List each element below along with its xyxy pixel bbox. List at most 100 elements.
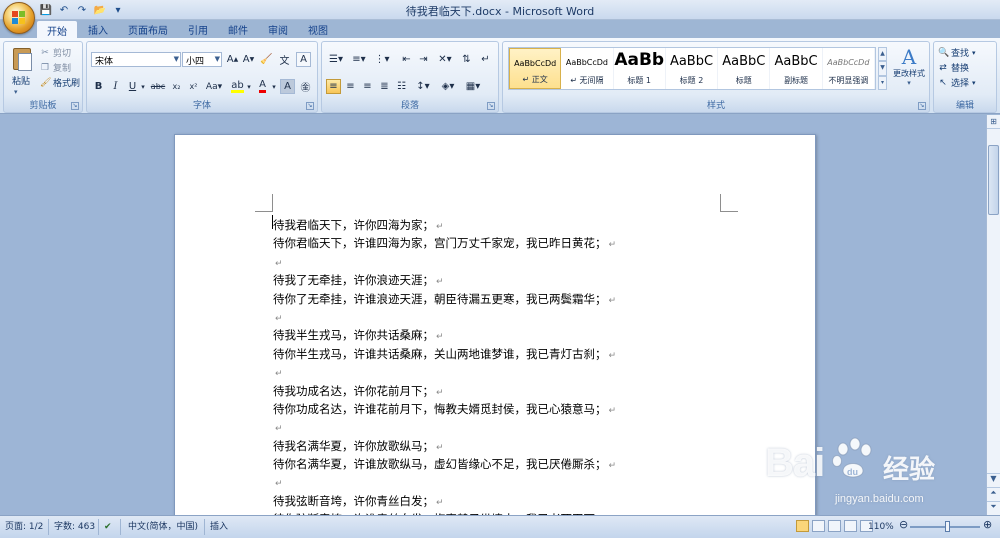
style-subtitle[interactable]: AaBbC 副标题 <box>770 48 823 89</box>
multilevel-list-icon[interactable]: ⋮▾ <box>372 52 392 67</box>
borders-icon[interactable]: ▦▾ <box>463 79 483 94</box>
underline-icon[interactable]: U <box>125 79 140 94</box>
grow-font-icon[interactable]: A ▲ <box>225 52 240 67</box>
document-line[interactable]: 待你半生戎马，许谁共话桑麻，关山两地谁梦谁，我已青灯古刹； ↵ <box>273 345 723 363</box>
document-line[interactable]: 待你功成名达，许谁花前月下，悔教夫婿觅封侯，我已心猿意马； ↵ <box>273 400 723 418</box>
tab-review[interactable]: 审阅 <box>258 20 298 38</box>
gallery-more-icon[interactable]: ▾ <box>878 75 887 90</box>
document-line[interactable]: 待我弦断音垮，许你青丝白发； ↵ <box>273 492 723 510</box>
numbering-icon[interactable]: ≡▾ <box>349 52 369 67</box>
previous-page-icon[interactable]: ⏶ <box>987 487 1000 499</box>
style-normal[interactable]: AaBbCcDd ↵ 正文 <box>509 48 562 89</box>
tab-mailings[interactable]: 邮件 <box>218 20 258 38</box>
document-line[interactable]: ↵ <box>273 363 723 381</box>
increase-indent-icon[interactable]: ⇥ <box>416 52 431 67</box>
document-line[interactable]: ↵ <box>273 473 723 491</box>
distributed-icon[interactable]: ☷ <box>394 79 409 94</box>
highlight-icon[interactable]: ab <box>230 79 245 94</box>
char-shading-icon[interactable]: A <box>280 79 295 94</box>
document-line[interactable]: ↵ <box>273 418 723 436</box>
document-line[interactable]: 待你君临天下，许谁四海为家，宫门万丈千家宠，我已昨日黄花； ↵ <box>273 234 723 252</box>
page-indicator[interactable]: 页面: 1/2 <box>5 520 43 534</box>
word-count[interactable]: 字数: 463 <box>54 520 95 534</box>
highlight-dropdown-icon[interactable]: ▾ <box>245 79 253 94</box>
view-ruler-icon[interactable]: ⊞ <box>987 115 1000 129</box>
font-color-dropdown-icon[interactable]: ▾ <box>270 79 278 94</box>
superscript-icon[interactable]: x² <box>186 79 201 94</box>
insert-mode-indicator[interactable]: 插入 <box>210 520 228 534</box>
copy-button[interactable]: ❐ 复制 <box>40 61 71 75</box>
find-button[interactable]: 🔍 查找 ▾ <box>938 46 976 60</box>
document-line[interactable]: 待你名满华夏，许谁放歌纵马，虚幻皆缘心不足，我已厌倦厮杀； ↵ <box>273 455 723 473</box>
document-line[interactable]: 待我君临天下，许你四海为家； ↵ <box>273 216 723 234</box>
document-line[interactable]: 待我名满华夏，许你放歌纵马； ↵ <box>273 437 723 455</box>
tab-insert[interactable]: 插入 <box>78 20 118 38</box>
align-justify-icon[interactable]: ≣ <box>377 79 392 94</box>
clear-format-icon[interactable]: 🧹 <box>259 52 274 67</box>
bold-icon[interactable]: B <box>91 79 106 94</box>
cut-button[interactable]: ✂ 剪切 <box>40 46 71 60</box>
strikethrough-icon[interactable]: abc <box>149 79 167 94</box>
sort-icon[interactable]: ⇅ <box>459 52 474 67</box>
style-heading-2[interactable]: AaBbC 标题 2 <box>666 48 719 89</box>
underline-dropdown-icon[interactable]: ▾ <box>139 79 147 94</box>
tab-home[interactable]: 开始 <box>36 20 78 38</box>
subscript-icon[interactable]: x₂ <box>169 79 184 94</box>
document-page[interactable]: 待我君临天下，许你四海为家； ↵ 待你君临天下，许谁四海为家，宫门万丈千家宠，我已昨… <box>174 134 816 515</box>
font-color-icon[interactable]: A <box>255 79 270 94</box>
bullets-icon[interactable]: ☰▾ <box>326 52 346 67</box>
document-line[interactable]: ↵ <box>273 253 723 271</box>
zoom-slider-thumb[interactable] <box>945 521 950 532</box>
web-layout-icon[interactable] <box>828 520 841 532</box>
paste-button[interactable]: 粘贴 <box>12 74 30 87</box>
gallery-down-icon[interactable]: ▼ <box>878 61 887 76</box>
paragraph-launcher-icon[interactable]: ↘ <box>487 102 495 110</box>
style-title[interactable]: AaBbC 标题 <box>718 48 771 89</box>
document-line[interactable]: 待你了无牵挂，许谁浪迹天涯，朝臣待漏五更寒，我已两鬓霜华； ↵ <box>273 290 723 308</box>
document-line[interactable]: 待我功成名达，许你花前月下； ↵ <box>273 382 723 400</box>
tab-references[interactable]: 引用 <box>178 20 218 38</box>
zoom-out-icon[interactable]: ⊖ <box>899 518 908 532</box>
align-justify-left-icon[interactable]: ≡ <box>326 79 341 94</box>
chinese-layout-icon[interactable]: ✕▾ <box>435 52 455 67</box>
next-page-icon[interactable]: ⏷ <box>987 501 1000 513</box>
style-no-spacing[interactable]: AaBbCcDd ↵ 无间隔 <box>561 48 614 89</box>
style-subtle-emphasis[interactable]: AaBbCcDd 不明显强调 <box>823 48 875 89</box>
language-indicator[interactable]: 中文(简体，中国) <box>128 520 198 534</box>
document-line[interactable]: 待我半生戎马，许你共话桑麻； ↵ <box>273 326 723 344</box>
font-size-combo[interactable]: 小四 ▼ <box>182 52 222 67</box>
outline-view-icon[interactable] <box>844 520 857 532</box>
document-text[interactable]: 待我君临天下，许你四海为家； ↵ 待你君临天下，许谁四海为家，宫门万丈千家宠，我已昨… <box>273 216 723 515</box>
line-spacing-icon[interactable]: ↕▾ <box>413 79 433 94</box>
tab-page-layout[interactable]: 页面布局 <box>118 20 178 38</box>
zoom-level[interactable]: 110% <box>868 520 894 534</box>
align-center-icon[interactable]: ≡ <box>343 79 358 94</box>
print-layout-icon[interactable] <box>796 520 809 532</box>
change-styles-button[interactable]: A 更改样式 ▾ <box>891 46 927 92</box>
document-line[interactable]: 待我了无牵挂，许你浪迹天涯； ↵ <box>273 271 723 289</box>
proofing-icon[interactable]: ✔ <box>104 520 112 534</box>
vertical-scrollbar[interactable]: ⊞ ▼ ⏶ ⏷ <box>986 115 1000 515</box>
show-marks-icon[interactable]: ↵ <box>478 52 493 67</box>
scroll-thumb[interactable] <box>988 145 999 215</box>
replace-button[interactable]: ⇄ 替换 <box>938 61 969 75</box>
phonetic-guide-icon[interactable]: 文 <box>277 52 292 67</box>
paste-dropdown-icon[interactable]: ▾ <box>14 88 18 96</box>
styles-launcher-icon[interactable]: ↘ <box>918 102 926 110</box>
tab-view[interactable]: 视图 <box>298 20 338 38</box>
enclose-char-icon[interactable]: ㊎ <box>298 79 313 94</box>
font-name-combo[interactable]: 宋体 ▼ <box>91 52 181 67</box>
italic-icon[interactable]: I <box>108 79 123 94</box>
paste-icon[interactable] <box>10 45 34 73</box>
style-heading-1[interactable]: AaBb 标题 1 <box>614 48 666 89</box>
document-line[interactable]: ↵ <box>273 308 723 326</box>
align-right-icon[interactable]: ≡ <box>360 79 375 94</box>
change-case-icon[interactable]: Aa▾ <box>205 79 223 94</box>
decrease-indent-icon[interactable]: ⇤ <box>399 52 414 67</box>
full-screen-reading-icon[interactable] <box>812 520 825 532</box>
scroll-down-icon[interactable]: ▼ <box>987 473 1000 485</box>
font-launcher-icon[interactable]: ↘ <box>306 102 314 110</box>
shading-icon[interactable]: ◈▾ <box>438 79 458 94</box>
clipboard-launcher-icon[interactable]: ↘ <box>71 102 79 110</box>
select-button[interactable]: ↖ 选择 ▾ <box>938 76 975 90</box>
